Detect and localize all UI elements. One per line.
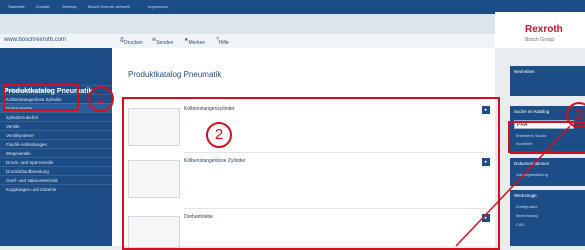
annotation-leader-line <box>455 125 571 246</box>
